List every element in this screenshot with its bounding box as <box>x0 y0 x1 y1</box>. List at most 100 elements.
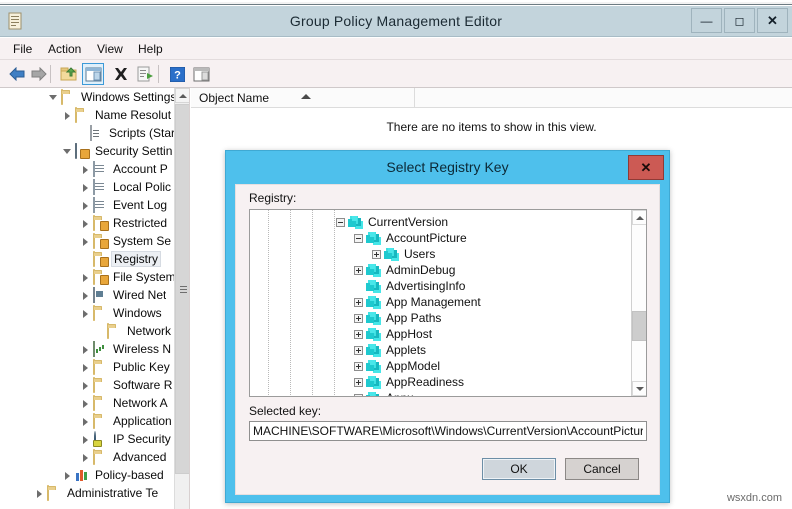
tree-item-file-system[interactable]: File System <box>0 268 186 286</box>
tree-item-policy-based-qos[interactable]: Policy-based <box>0 466 186 484</box>
scroll-up-button[interactable] <box>175 88 190 103</box>
tree-item-network-access-protection[interactable]: Network A <box>0 394 186 412</box>
up-folder-icon[interactable] <box>58 63 80 85</box>
registry-node-advertisinginfo[interactable]: AdvertisingInfo <box>250 278 633 294</box>
tree-item-system-services[interactable]: System Se <box>0 232 186 250</box>
tree-item-ip-security-policies[interactable]: IP Security <box>0 430 186 448</box>
tree-item-wired-network[interactable]: Wired Net <box>0 286 186 304</box>
tree-item-registry[interactable]: Registry <box>0 250 186 268</box>
delete-icon[interactable] <box>110 63 132 85</box>
export-list-icon[interactable] <box>134 63 156 85</box>
registry-node-applets[interactable]: Applets <box>250 342 633 358</box>
expander-collapsed-icon[interactable] <box>80 218 91 229</box>
expander-minus-icon[interactable] <box>336 218 345 227</box>
expander-plus-icon[interactable] <box>354 266 363 275</box>
expander-plus-icon[interactable] <box>354 394 363 398</box>
expander-collapsed-icon[interactable] <box>80 398 91 409</box>
registry-node-app-management[interactable]: App Management <box>250 294 633 310</box>
selected-key-input[interactable] <box>249 421 647 441</box>
scrollbar-grip-icon <box>180 286 187 287</box>
expander-collapsed-icon[interactable] <box>80 452 91 463</box>
registry-node-users[interactable]: Users <box>250 246 633 262</box>
expander-collapsed-icon[interactable] <box>80 164 91 175</box>
registry-node-appx[interactable]: Appx <box>250 390 633 397</box>
tree-item-windows-firewall[interactable]: Windows <box>0 304 186 322</box>
registry-scroll-down-button[interactable] <box>632 381 647 396</box>
tree-item-scripts-startup-shutdown[interactable]: Scripts (Startu <box>0 124 186 142</box>
expander-collapsed-icon[interactable] <box>34 488 45 499</box>
tree-item-local-policies[interactable]: Local Polic <box>0 178 186 196</box>
tree-item-account-policies[interactable]: Account P <box>0 160 186 178</box>
registry-tree-scrollbar[interactable] <box>631 210 646 396</box>
console-tree-scrollbar[interactable] <box>174 88 189 509</box>
menu-item-file[interactable]: File <box>8 41 37 57</box>
tree-item-name-resolution-policy[interactable]: Name Resolut <box>0 106 186 124</box>
tree-item-application-control[interactable]: Application <box>0 412 186 430</box>
column-header-object-name[interactable]: Object Name <box>191 88 415 108</box>
expander-plus-icon[interactable] <box>354 378 363 387</box>
expander-collapsed-icon[interactable] <box>80 290 91 301</box>
expander-plus-icon[interactable] <box>354 346 363 355</box>
expander-open-icon[interactable] <box>48 92 59 103</box>
tree-item-administrative-templates[interactable]: Administrative Te <box>0 484 186 502</box>
registry-tree-box[interactable]: CurrentVersion AccountPicture Users <box>249 209 647 397</box>
tree-item-public-key-policies[interactable]: Public Key <box>0 358 186 376</box>
expander-plus-icon[interactable] <box>354 362 363 371</box>
registry-node-apphost[interactable]: AppHost <box>250 326 633 342</box>
dialog-close-button[interactable]: ✕ <box>628 155 664 180</box>
back-icon[interactable] <box>6 63 28 85</box>
expander-collapsed-icon[interactable] <box>80 308 91 319</box>
maximize-button[interactable]: ◻ <box>724 8 755 33</box>
expander-collapsed-icon[interactable] <box>80 182 91 193</box>
cancel-button[interactable]: Cancel <box>565 458 639 480</box>
expander-collapsed-icon[interactable] <box>80 236 91 247</box>
expander-collapsed-icon[interactable] <box>80 344 91 355</box>
registry-node-appmodel[interactable]: AppModel <box>250 358 633 374</box>
tree-item-software-restriction[interactable]: Software R <box>0 376 186 394</box>
registry-node-accountpicture[interactable]: AccountPicture <box>250 230 633 246</box>
tree-item-label: Name Resolut <box>95 108 171 122</box>
expander-minus-icon[interactable] <box>354 234 363 243</box>
forward-icon[interactable] <box>28 63 50 85</box>
tree-item-restricted-groups[interactable]: Restricted <box>0 214 186 232</box>
tree-item-advanced-audit-policy[interactable]: Advanced <box>0 448 186 466</box>
registry-node-app-paths[interactable]: App Paths <box>250 310 633 326</box>
expander-plus-icon[interactable] <box>372 250 381 259</box>
expander-collapsed-icon[interactable] <box>62 110 73 121</box>
column-header-empty[interactable] <box>415 88 792 108</box>
tree-item-network-list-manager[interactable]: Network L <box>0 322 186 340</box>
menu-item-help[interactable]: Help <box>133 41 168 57</box>
ok-button[interactable]: OK <box>482 458 556 480</box>
registry-node-currentversion[interactable]: CurrentVersion <box>250 214 633 230</box>
sort-ascending-icon <box>301 94 311 99</box>
registry-scrollbar-thumb[interactable] <box>632 311 647 341</box>
tree-item-windows-settings[interactable]: Windows Settings <box>0 88 186 106</box>
expander-plus-icon[interactable] <box>354 298 363 307</box>
expander-open-icon[interactable] <box>62 146 73 157</box>
expander-collapsed-icon[interactable] <box>80 200 91 211</box>
show-hide-console-tree-icon[interactable] <box>82 63 104 85</box>
expander-plus-icon[interactable] <box>354 314 363 323</box>
expander-collapsed-icon[interactable] <box>80 362 91 373</box>
properties-icon[interactable] <box>190 63 212 85</box>
close-button[interactable]: ✕ <box>757 8 788 33</box>
expander-none <box>354 282 363 291</box>
minimize-button[interactable]: — <box>691 8 722 33</box>
expander-collapsed-icon[interactable] <box>62 470 73 481</box>
scrollbar-thumb[interactable] <box>175 104 190 474</box>
help-icon[interactable]: ? <box>166 63 188 85</box>
tree-item-wireless-network[interactable]: Wireless N <box>0 340 186 358</box>
expander-collapsed-icon[interactable] <box>80 434 91 445</box>
registry-node-label: AppModel <box>386 359 440 373</box>
tree-item-event-log[interactable]: Event Log <box>0 196 186 214</box>
registry-node-appreadiness[interactable]: AppReadiness <box>250 374 633 390</box>
menu-item-view[interactable]: View <box>92 41 128 57</box>
registry-node-admindebug[interactable]: AdminDebug <box>250 262 633 278</box>
tree-item-security-settings[interactable]: Security Settin <box>0 142 186 160</box>
expander-collapsed-icon[interactable] <box>80 272 91 283</box>
expander-collapsed-icon[interactable] <box>80 380 91 391</box>
expander-plus-icon[interactable] <box>354 330 363 339</box>
registry-scroll-up-button[interactable] <box>632 210 647 225</box>
menu-item-action[interactable]: Action <box>43 41 86 57</box>
expander-collapsed-icon[interactable] <box>80 416 91 427</box>
